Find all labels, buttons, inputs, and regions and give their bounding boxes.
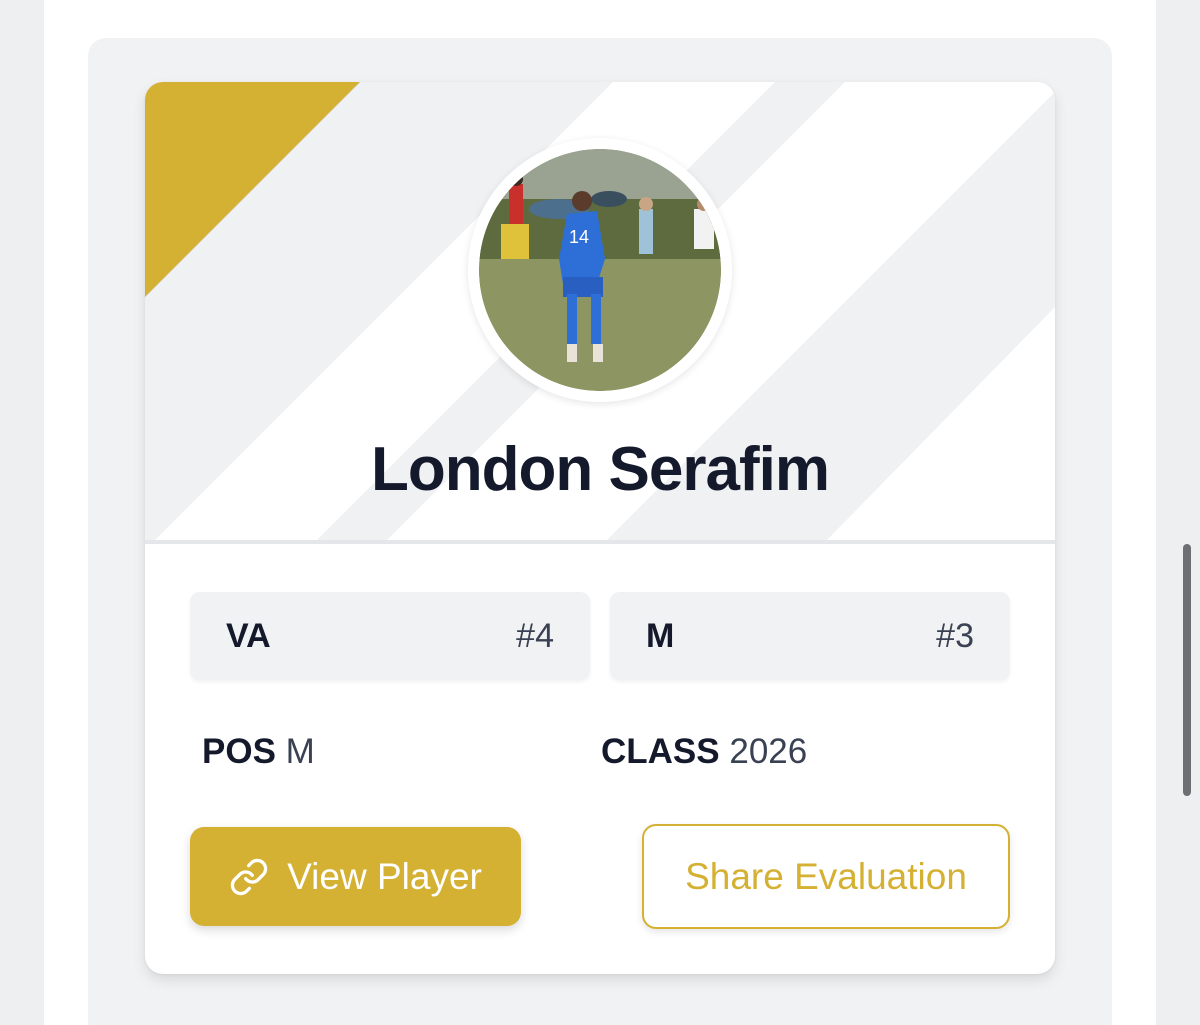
player-card: 14 London Serafim VA #4 M #3 POS M CLASS… — [145, 82, 1055, 974]
player-avatar[interactable]: 14 — [468, 138, 732, 402]
class-info: CLASS 2026 — [601, 732, 807, 772]
card-header: 14 London Serafim — [145, 82, 1055, 542]
player-name: London Serafim — [371, 435, 830, 504]
svg-text:14: 14 — [569, 227, 589, 247]
view-player-button[interactable]: View Player — [190, 827, 521, 926]
scrollbar-track[interactable] — [1180, 0, 1194, 1025]
class-key: CLASS — [601, 732, 720, 771]
share-evaluation-button[interactable]: Share Evaluation — [642, 824, 1010, 929]
state-rank-label: VA — [226, 616, 271, 655]
position-key: POS — [202, 732, 276, 771]
state-rank-number: #4 — [516, 616, 554, 655]
position-info: POS M — [202, 732, 315, 772]
player-photo: 14 — [479, 149, 721, 391]
view-player-label: View Player — [287, 855, 482, 897]
share-evaluation-label: Share Evaluation — [685, 855, 967, 897]
link-icon — [229, 857, 269, 897]
scrollbar-thumb[interactable] — [1183, 544, 1191, 796]
position-rank-label: M — [646, 616, 675, 655]
class-value: 2026 — [729, 732, 808, 771]
position-rank-box: M #3 — [610, 592, 1010, 680]
position-value: M — [285, 732, 315, 771]
state-rank-box: VA #4 — [190, 592, 590, 680]
position-rank-number: #3 — [936, 616, 974, 655]
header-divider — [145, 540, 1055, 544]
